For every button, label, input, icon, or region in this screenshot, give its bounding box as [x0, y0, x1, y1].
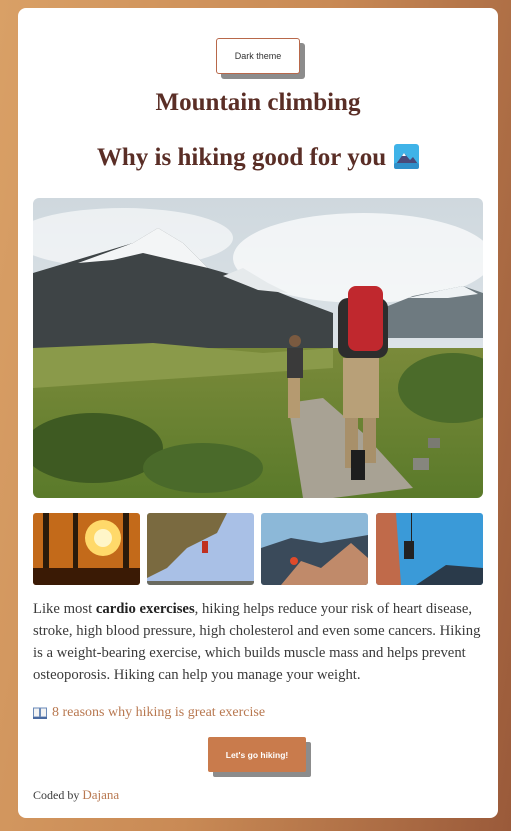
body-paragraph: Like most cardio exercises, hiking helps… — [33, 598, 487, 686]
thumbnail-image-1 — [33, 513, 140, 585]
thumbnail-image-2 — [147, 513, 254, 585]
open-book-icon — [33, 707, 47, 719]
thumbnail-image-3 — [261, 513, 368, 585]
hero-image — [33, 198, 483, 498]
subtitle-text: Why is hiking good for you — [96, 144, 387, 171]
credit-prefix: Coded by — [33, 788, 80, 802]
hiking-landscape-image — [33, 198, 483, 498]
reasons-link-label[interactable]: 8 reasons why hiking is great exercise — [52, 705, 265, 721]
dark-theme-button[interactable]: Dark theme — [216, 38, 300, 74]
footer-credit: Coded by Dajana — [33, 787, 119, 803]
mountain-emoji-icon — [394, 144, 420, 169]
lets-go-hiking-button[interactable]: Let's go hiking! — [208, 737, 306, 772]
content-card: Dark theme Mountain climbing Why is hiki… — [18, 8, 498, 818]
body-bold-text: cardio exercises — [95, 601, 195, 617]
thumbnail-image-4 — [376, 513, 483, 585]
body-text-start: Like most — [33, 601, 96, 617]
author-link[interactable]: Dajana — [82, 787, 119, 802]
page-subtitle: Why is hiking good for you — [18, 144, 498, 172]
reasons-link[interactable]: 8 reasons why hiking is great exercise — [33, 705, 265, 721]
page-title: Mountain climbing — [155, 89, 361, 116]
